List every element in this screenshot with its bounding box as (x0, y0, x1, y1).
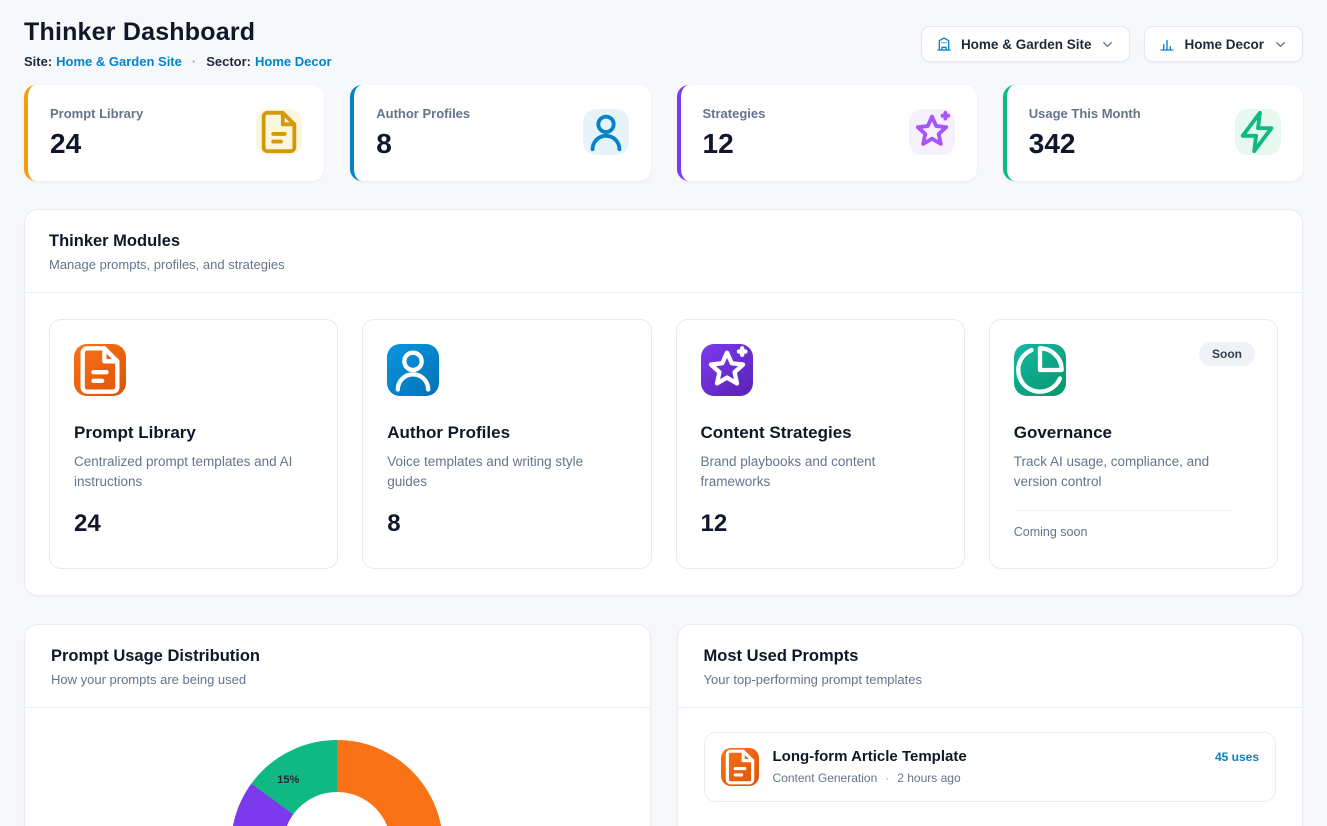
site-link[interactable]: Home & Garden Site (56, 54, 182, 69)
usage-chart-area: 15% (25, 708, 650, 826)
stat-text: Strategies 12 (703, 106, 766, 160)
stat-text: Usage This Month 342 (1029, 106, 1141, 160)
document-icon (256, 109, 302, 155)
modules-grid: Prompt Library Centralized prompt templa… (25, 293, 1302, 595)
stat-label: Strategies (703, 106, 766, 121)
site-selector[interactable]: Home & Garden Site (921, 26, 1131, 62)
pie-chart-icon (1014, 344, 1066, 396)
most-used-title: Most Used Prompts (704, 647, 1277, 666)
modules-header: Thinker Modules Manage prompts, profiles… (25, 210, 1302, 292)
usage-donut-chart: 15% (231, 740, 443, 826)
stat-card-usage: Usage This Month 342 (1003, 85, 1303, 181)
module-card-prompt-library[interactable]: Prompt Library Centralized prompt templa… (49, 319, 338, 569)
module-count: 24 (74, 510, 313, 538)
thinker-modules-section: Thinker Modules Manage prompts, profiles… (24, 209, 1303, 596)
stat-text: Author Profiles 8 (376, 106, 470, 160)
prompt-time: 2 hours ago (897, 771, 960, 785)
sparkle-star-icon (701, 344, 753, 396)
module-description: Voice templates and writing style guides (387, 452, 626, 493)
usage-panel-header: Prompt Usage Distribution How your promp… (25, 625, 650, 707)
stat-value: 24 (50, 128, 143, 160)
header-actions: Home & Garden Site Home Decor (921, 26, 1303, 62)
most-used-header: Most Used Prompts Your top-performing pr… (678, 625, 1303, 707)
user-icon (583, 109, 629, 155)
stat-label: Prompt Library (50, 106, 143, 121)
prompt-usage-panel: Prompt Usage Distribution How your promp… (24, 624, 651, 826)
modules-subtitle: Manage prompts, profiles, and strategies (49, 257, 1278, 272)
dashboard-page: Thinker Dashboard Site: Home & Garden Sit… (0, 0, 1327, 826)
sparkle-star-icon (909, 109, 955, 155)
stat-value: 12 (703, 128, 766, 160)
most-used-subtitle: Your top-performing prompt templates (704, 672, 1277, 687)
module-card-governance[interactable]: Soon Governance Track AI usage, complian… (989, 319, 1278, 569)
most-used-list: Long-form Article Template Content Gener… (678, 708, 1303, 826)
chevron-down-icon (1100, 37, 1115, 52)
page-title: Thinker Dashboard (24, 18, 332, 47)
soon-badge: Soon (1199, 342, 1255, 366)
sector-link[interactable]: Home Decor (255, 54, 332, 69)
module-count: 12 (701, 510, 940, 538)
document-icon (74, 344, 126, 396)
chevron-down-icon (1273, 37, 1288, 52)
most-used-panel: Most Used Prompts Your top-performing pr… (677, 624, 1304, 826)
building-icon (936, 36, 952, 52)
module-card-author-profiles[interactable]: Author Profiles Voice templates and writ… (362, 319, 651, 569)
lightning-icon (1235, 109, 1281, 155)
stat-text: Prompt Library 24 (50, 106, 143, 160)
prompt-item-text: Long-form Article Template Content Gener… (773, 748, 967, 785)
coming-soon-label: Coming soon (1014, 525, 1253, 539)
breadcrumb-separator: · (192, 54, 196, 69)
prompt-category: Content Generation (773, 771, 878, 785)
sector-selector-value: Home Decor (1184, 37, 1264, 52)
meta-separator: · (885, 771, 889, 785)
module-description: Track AI usage, compliance, and version … (1014, 452, 1253, 493)
sector-label: Sector: (206, 54, 251, 69)
modules-title: Thinker Modules (49, 232, 1278, 251)
stat-label: Usage This Month (1029, 106, 1141, 121)
module-count: 8 (387, 510, 626, 538)
module-title: Governance (1014, 423, 1253, 443)
module-title: Content Strategies (701, 423, 940, 443)
prompt-item-title: Long-form Article Template (773, 748, 967, 765)
module-title: Prompt Library (74, 423, 313, 443)
stat-card-author-profiles: Author Profiles 8 (350, 85, 650, 181)
user-icon (387, 344, 439, 396)
stat-label: Author Profiles (376, 106, 470, 121)
module-card-content-strategies[interactable]: Content Strategies Brand playbooks and c… (676, 319, 965, 569)
module-title: Author Profiles (387, 423, 626, 443)
stat-value: 342 (1029, 128, 1141, 160)
donut-segment-label: 15% (273, 774, 303, 786)
stat-card-strategies: Strategies 12 (677, 85, 977, 181)
document-icon (721, 748, 759, 786)
divider (1014, 510, 1234, 511)
bar-chart-icon (1159, 36, 1175, 52)
header: Thinker Dashboard Site: Home & Garden Sit… (24, 18, 1303, 69)
prompt-uses-badge: 45 uses (1215, 748, 1259, 764)
usage-panel-title: Prompt Usage Distribution (51, 647, 624, 666)
stat-card-prompt-library: Prompt Library 24 (24, 85, 324, 181)
stat-value: 8 (376, 128, 470, 160)
breadcrumb: Site: Home & Garden Site · Sector: Home Deco… (24, 54, 332, 69)
prompt-item-meta: Content Generation · 2 hours ago (773, 771, 967, 785)
module-description: Centralized prompt templates and AI inst… (74, 452, 313, 493)
stats-row: Prompt Library 24 Author Profiles 8 Stra… (24, 85, 1303, 181)
site-label: Site: (24, 54, 52, 69)
sector-selector[interactable]: Home Decor (1144, 26, 1303, 62)
header-left: Thinker Dashboard Site: Home & Garden Sit… (24, 18, 332, 69)
module-description: Brand playbooks and content frameworks (701, 452, 940, 493)
prompt-list-item[interactable]: Long-form Article Template Content Gener… (704, 732, 1277, 802)
site-selector-value: Home & Garden Site (961, 37, 1092, 52)
usage-panel-subtitle: How your prompts are being used (51, 672, 624, 687)
bottom-row: Prompt Usage Distribution How your promp… (24, 624, 1303, 826)
